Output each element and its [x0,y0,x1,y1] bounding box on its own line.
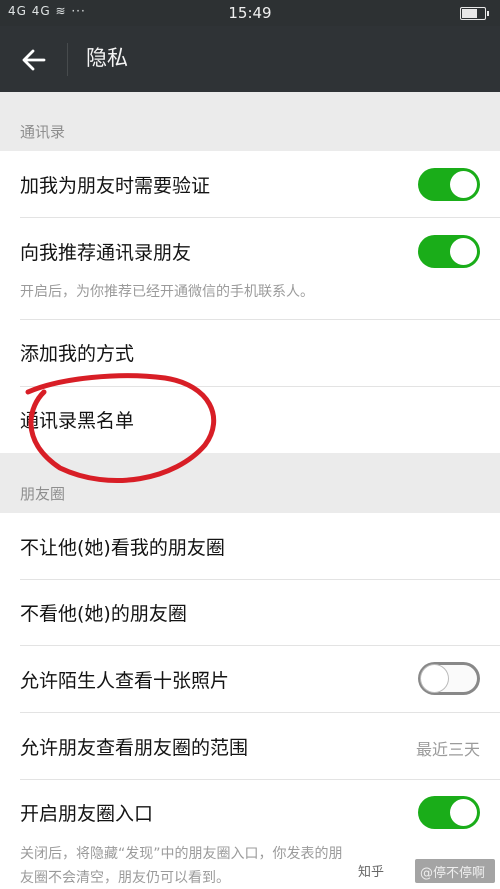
toggle-add-verify[interactable] [418,168,480,201]
row-label: 通讯录黑名单 [20,410,135,432]
toggle-knob [450,238,477,265]
row-range[interactable]: 允许朋友查看朋友圈的范围 最近三天 [0,712,500,779]
back-arrow-icon[interactable] [21,47,47,73]
row-recommend[interactable]: 向我推荐通讯录朋友 开启后，为你推荐已经开通微信的手机联系人。 [0,218,500,319]
toggle-entry[interactable] [418,796,480,829]
row-description: 开启后，为你推荐已经开通微信的手机联系人。 [20,284,314,300]
row-label: 允许朋友查看朋友圈的范围 [20,737,249,759]
title-bar: 隐私 [0,26,500,92]
battery-icon [460,7,489,20]
toggle-recommend[interactable] [418,235,480,268]
row-label: 不让他(她)看我的朋友圈 [20,537,225,559]
section-label-contacts: 通讯录 [20,123,66,141]
row-label: 加我为朋友时需要验证 [20,175,211,197]
toggle-strangers[interactable] [418,662,480,695]
watermark-text: 知乎 [358,865,385,880]
row-label: 开启朋友圈入口 [20,803,154,825]
row-blacklist[interactable]: 通讯录黑名单 [0,386,500,453]
row-strangers[interactable]: 允许陌生人查看十张照片 [0,645,500,712]
toggle-knob [421,665,448,692]
row-description: 关闭后，将隐藏“发现”中的朋友圈入口，你发表的朋 [20,846,343,862]
row-add-verify[interactable]: 加我为朋友时需要验证 [0,151,500,218]
status-bar: 4G 4G ≋ ··· 15:49 [0,0,500,26]
row-not-see[interactable]: 不看他(她)的朋友圈 [0,579,500,645]
toggle-knob [450,799,477,826]
watermark-author: @停不停啊 [420,866,486,881]
row-label: 添加我的方式 [20,343,135,365]
row-label: 向我推荐通讯录朋友 [20,242,192,264]
row-label: 不看他(她)的朋友圈 [20,603,187,625]
status-time: 15:49 [228,4,272,22]
contacts-card: 加我为朋友时需要验证 向我推荐通讯录朋友 开启后，为你推荐已经开通微信的手机联系… [0,151,500,453]
page-title: 隐私 [86,46,128,70]
row-add-methods[interactable]: 添加我的方式 [0,319,500,386]
toggle-knob [450,171,477,198]
range-value: 最近三天 [415,740,480,759]
moments-card: 不让他(她)看我的朋友圈 不看他(她)的朋友圈 允许陌生人查看十张照片 允许朋友… [0,513,500,889]
row-hide-from[interactable]: 不让他(她)看我的朋友圈 [0,513,500,579]
row-description: 友圈不会清空，朋友仍可以看到。 [20,870,230,886]
row-label: 允许陌生人查看十张照片 [20,670,230,692]
section-label-moments: 朋友圈 [20,485,66,503]
title-divider [67,43,68,76]
